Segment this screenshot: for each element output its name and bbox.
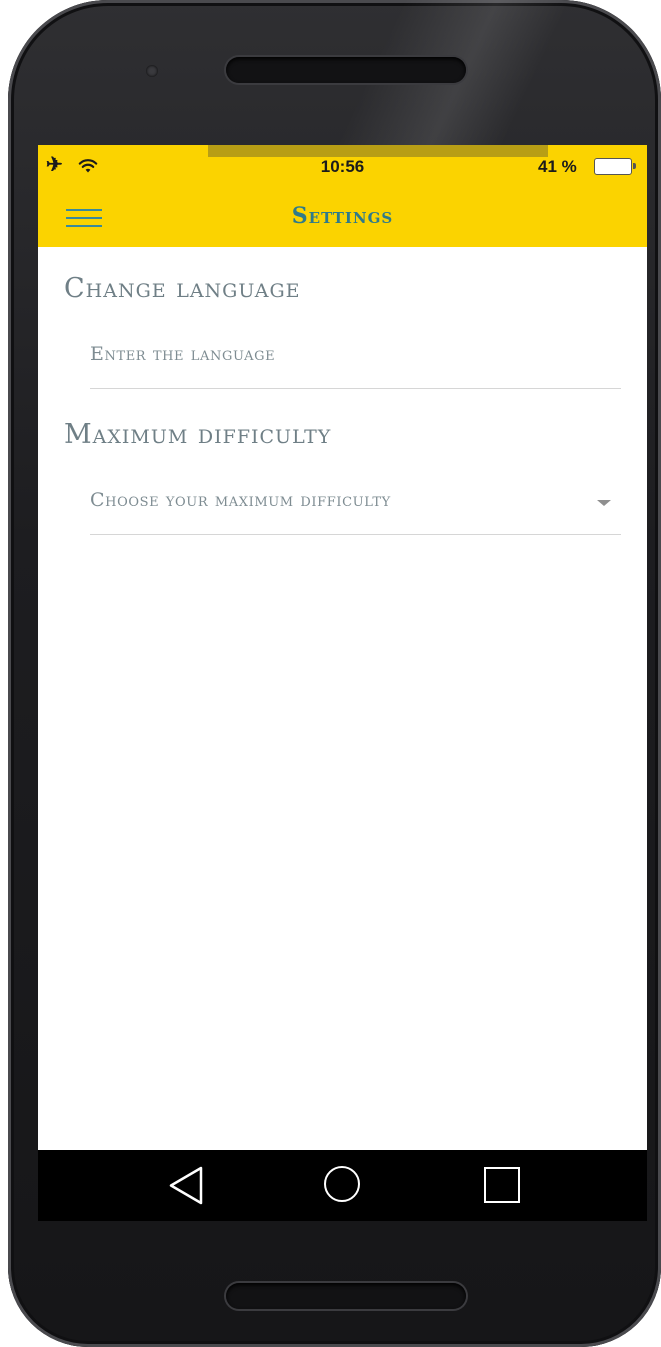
top-speaker <box>226 57 466 83</box>
language-input-underline <box>90 388 621 389</box>
difficulty-dropdown-underline <box>90 534 621 535</box>
front-camera <box>146 65 158 77</box>
difficulty-dropdown[interactable]: Choose your maximum difficulty <box>90 475 621 531</box>
app-screen: ✈ 10:56 41 % Settings Change language Ma… <box>38 145 647 1221</box>
recents-square-icon[interactable] <box>466 1150 536 1221</box>
chevron-down-icon <box>597 500 611 506</box>
status-bar-overlay <box>208 145 548 157</box>
battery-icon <box>594 158 636 175</box>
language-input[interactable] <box>90 331 621 377</box>
home-circle-icon[interactable] <box>307 1150 377 1221</box>
difficulty-dropdown-placeholder: Choose your maximum difficulty <box>90 489 391 511</box>
back-triangle-icon[interactable] <box>151 1150 221 1221</box>
bottom-speaker <box>226 1283 466 1309</box>
maximum-difficulty-heading: Maximum difficulty <box>64 419 332 450</box>
page-title: Settings <box>291 203 394 229</box>
battery-percent: 41 % <box>538 157 577 176</box>
change-language-heading: Change language <box>64 273 301 304</box>
app-bar: Settings <box>38 185 647 247</box>
android-nav-bar <box>38 1150 647 1221</box>
status-bar: ✈ 10:56 41 % <box>38 145 647 185</box>
